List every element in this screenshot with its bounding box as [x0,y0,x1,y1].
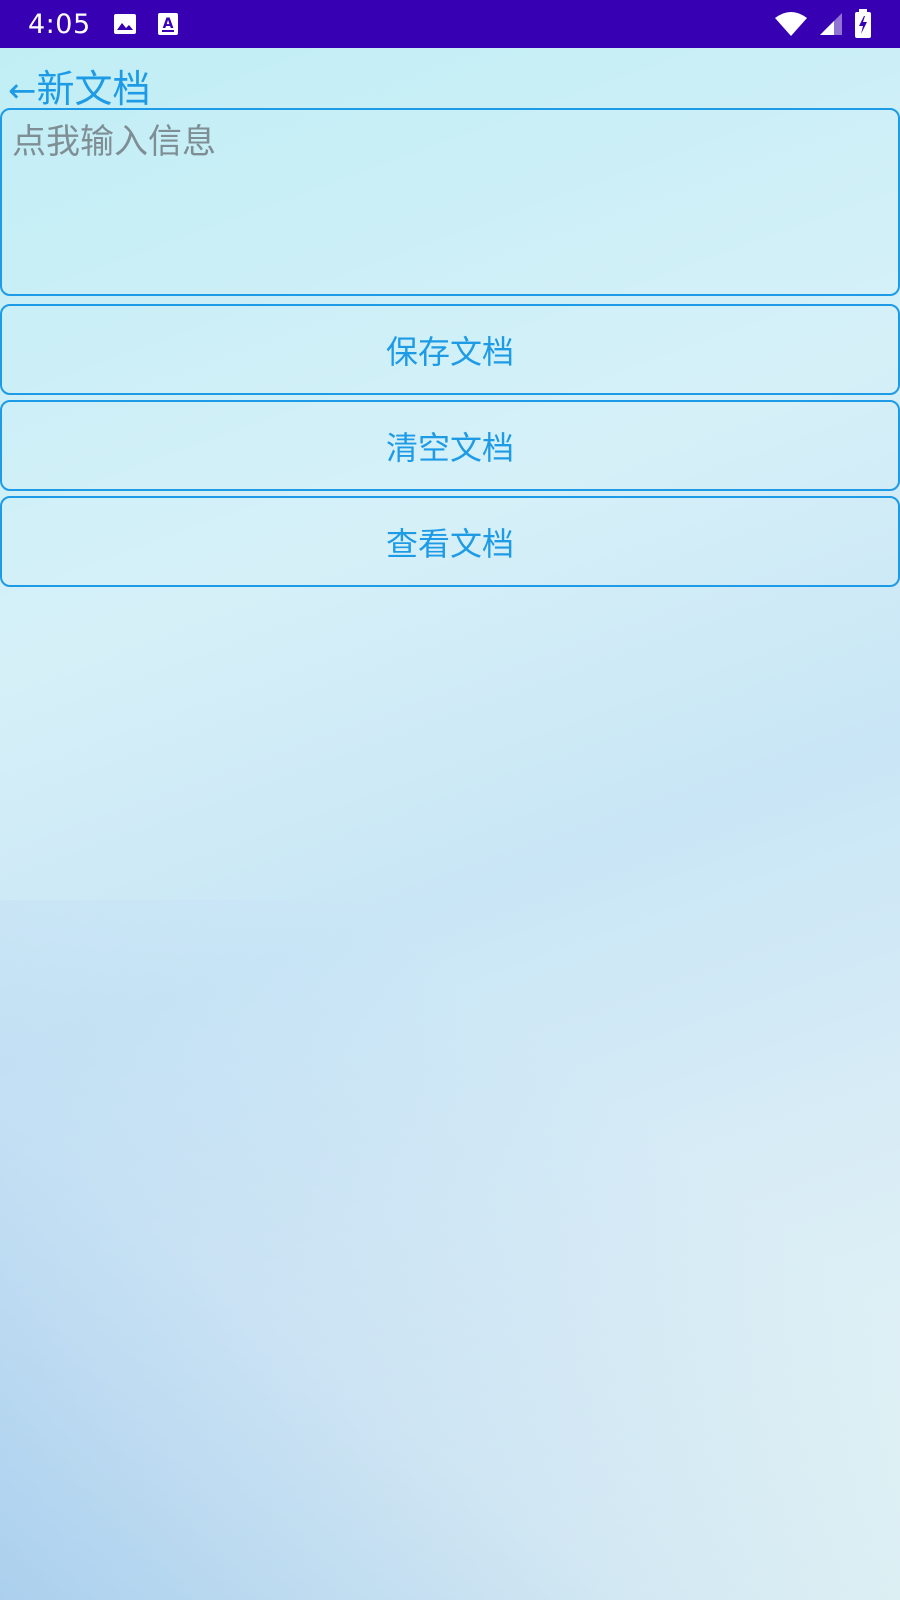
view-document-button[interactable]: 查看文档 [0,496,900,587]
save-document-button[interactable]: 保存文档 [0,304,900,395]
wifi-icon [774,11,808,37]
status-bar: 4:05 A [0,0,900,48]
page-title: 新文档 [36,67,151,111]
document-text-input[interactable] [0,108,900,296]
image-icon [113,12,137,36]
main-content: ← 新文档 保存文档 清空文档 查看文档 [0,48,900,587]
svg-text:A: A [162,16,173,32]
status-system-icons [774,9,872,39]
status-notification-icons: A [113,12,179,36]
signal-icon [818,11,844,37]
status-time: 4:05 [28,8,91,40]
keyboard-a-icon: A [157,12,179,36]
battery-charging-icon [854,9,872,39]
clear-document-button[interactable]: 清空文档 [0,400,900,491]
back-arrow-icon[interactable]: ← [8,74,37,108]
header[interactable]: ← 新文档 [0,48,900,108]
